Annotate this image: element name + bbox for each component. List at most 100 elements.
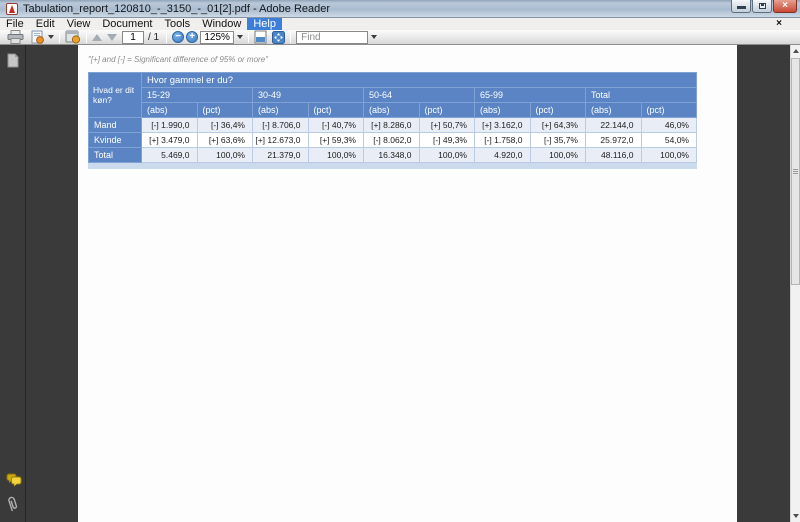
- row-label: Mand: [88, 117, 142, 133]
- age-group-header: 15-29: [141, 87, 253, 103]
- adobe-reader-app-icon: [6, 2, 18, 15]
- significance-note: "[+] and [-] = Significant difference of…: [88, 55, 268, 64]
- cell: [+] 3.479,0: [141, 132, 198, 148]
- sub-header: (abs): [585, 102, 642, 118]
- page-count-label: / 1: [148, 31, 160, 43]
- corner-header: Hvad er dit køn?: [88, 72, 142, 118]
- cell: [-] 1.990,0: [141, 117, 198, 133]
- menu-help[interactable]: Help: [247, 18, 282, 30]
- sub-header: (abs): [252, 102, 309, 118]
- page-thumbnails-icon[interactable]: [6, 53, 19, 68]
- toolbar-separator: [166, 31, 168, 43]
- cell: 22.144,0: [585, 117, 642, 133]
- collaborate-icon: [65, 30, 81, 44]
- scrollbar-thumb[interactable]: [791, 58, 800, 285]
- cell: 4.920,0: [474, 147, 531, 163]
- find-input[interactable]: [296, 30, 369, 44]
- scroll-up-button[interactable]: [791, 45, 800, 57]
- comments-icon[interactable]: [6, 473, 22, 487]
- fullscreen-icon: [272, 30, 286, 44]
- menu-edit[interactable]: Edit: [30, 18, 61, 30]
- thumb-grip: [793, 171, 798, 172]
- minimize-button[interactable]: [731, 0, 751, 13]
- cell: [-] 36,4%: [196, 117, 253, 133]
- sub-header: (abs): [363, 102, 420, 118]
- table-row-mand: Mand [-] 1.990,0 [-] 36,4% [-] 8.706,0 […: [88, 117, 697, 133]
- menu-tools[interactable]: Tools: [159, 18, 197, 30]
- sub-header: (abs): [474, 102, 531, 118]
- find-dropdown-icon[interactable]: [371, 35, 378, 39]
- zoom-in-icon[interactable]: +: [186, 31, 199, 43]
- close-button[interactable]: ×: [773, 0, 797, 13]
- printer-icon: [7, 30, 24, 44]
- vertical-scrollbar[interactable]: [790, 45, 800, 522]
- toolbar-separator: [86, 31, 87, 43]
- scrolling-mode-button[interactable]: [254, 30, 267, 44]
- toolbar-separator: [59, 31, 60, 43]
- cell: 46,0%: [640, 117, 697, 133]
- cell: [+] 3.162,0: [474, 117, 531, 133]
- cell: 21.379,0: [252, 147, 309, 163]
- cell: [+] 64,3%: [529, 117, 586, 133]
- close-document-icon[interactable]: ×: [776, 18, 782, 30]
- sub-header: (pct): [307, 102, 364, 118]
- sub-header: (pct): [640, 102, 697, 118]
- toolbar-separator: [248, 31, 250, 43]
- window-title: Tabulation_report_120810_-_3150_-_01[2].…: [23, 2, 331, 15]
- menu-window[interactable]: Window: [196, 18, 247, 30]
- crosstab-table: Hvad er dit køn? Hvor gammel er du? 15-2…: [88, 72, 697, 169]
- cell: [+] 8.286,0: [363, 117, 420, 133]
- cell: [+] 12.673,0: [252, 132, 309, 148]
- cell: [-] 8.062,0: [363, 132, 420, 148]
- previous-page-icon[interactable]: [92, 33, 102, 41]
- restore-button[interactable]: [752, 0, 772, 13]
- minimize-icon: [737, 6, 746, 9]
- arrow-down-icon: [793, 514, 799, 518]
- table-bottom-strip: [88, 163, 697, 169]
- toolbar: / 1 − +: [0, 30, 800, 45]
- zoom-level-input[interactable]: [200, 30, 235, 44]
- cell: 100,0%: [196, 147, 253, 163]
- table-row-kvinde: Kvinde [+] 3.479,0 [+] 63,6% [+] 12.673,…: [88, 132, 697, 148]
- age-group-header: 65-99: [474, 87, 586, 103]
- email-export-button[interactable]: [29, 30, 54, 44]
- title-bar: Tabulation_report_120810_-_3150_-_01[2].…: [0, 0, 800, 18]
- table-row-total: Total 5.469,0 100,0% 21.379,0 100,0% 16.…: [88, 147, 697, 163]
- row-label: Kvinde: [88, 132, 142, 148]
- age-group-header: 50-64: [363, 87, 475, 103]
- cell: 100,0%: [640, 147, 697, 163]
- menu-file[interactable]: File: [0, 18, 30, 30]
- page-number-input[interactable]: [122, 30, 144, 44]
- zoom-out-icon[interactable]: −: [172, 31, 185, 43]
- close-icon: ×: [782, 0, 788, 11]
- zoom-dropdown-icon[interactable]: [237, 35, 244, 39]
- row-label: Total: [88, 147, 142, 163]
- cell: [+] 50,7%: [418, 117, 475, 133]
- cell: [-] 8.706,0: [252, 117, 309, 133]
- sub-header: (pct): [196, 102, 253, 118]
- menu-bar: File Edit View Document Tools Window Hel…: [0, 18, 800, 30]
- scrolling-mode-icon: [254, 30, 267, 44]
- attachments-icon[interactable]: [4, 493, 22, 513]
- cell: [-] 40,7%: [307, 117, 364, 133]
- document-canvas: "[+] and [-] = Significant difference of…: [0, 45, 800, 522]
- sub-header: (pct): [529, 102, 586, 118]
- cell: [-] 1.758,0: [474, 132, 531, 148]
- navigation-pane-strip: [0, 45, 26, 522]
- age-group-header: Total: [585, 87, 697, 103]
- next-page-icon[interactable]: [107, 33, 117, 41]
- restore-icon: [759, 3, 766, 9]
- scroll-down-button[interactable]: [791, 510, 800, 522]
- group-header: Hvor gammel er du?: [141, 72, 697, 88]
- chevron-down-icon: [48, 35, 54, 39]
- print-button[interactable]: [7, 30, 24, 44]
- collaborate-button[interactable]: [65, 30, 81, 44]
- menu-document[interactable]: Document: [96, 18, 158, 30]
- cell: 16.348,0: [363, 147, 420, 163]
- sub-header: (abs): [141, 102, 198, 118]
- adobe-reader-window: Tabulation_report_120810_-_3150_-_01[2].…: [0, 0, 800, 522]
- cell: 100,0%: [418, 147, 475, 163]
- menu-view[interactable]: View: [61, 18, 97, 30]
- arrow-up-icon: [793, 49, 799, 53]
- fullscreen-button[interactable]: [272, 30, 286, 44]
